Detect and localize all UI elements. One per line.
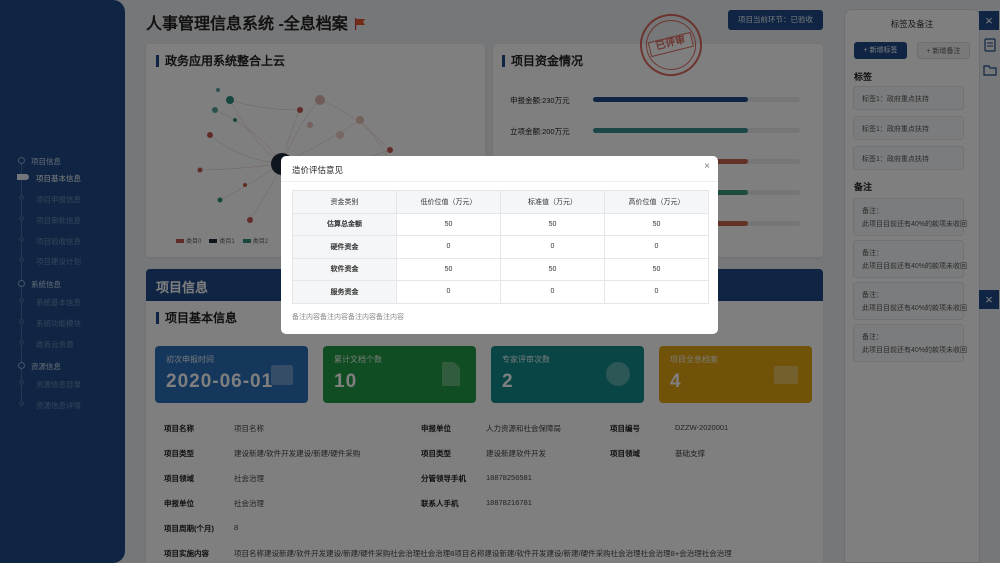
table-cell: 0 [396,235,501,259]
row-label: 软件资金 [292,257,397,281]
table-cell: 50 [604,257,709,281]
dialog-title: 造价评估意见 [292,165,344,175]
row-label: 硬件资金 [292,235,397,259]
table-cell: 0 [396,280,501,304]
table-cell: 50 [500,257,605,281]
table-cell: 50 [396,212,501,236]
table-row: 软件资金 50 50 50 [292,257,709,281]
row-label: 估算总金额 [292,212,397,236]
dialog-note: 备注内容备注内容备注内容备注内容 [292,314,404,321]
column-header: 资金类别 [292,190,397,214]
table-cell: 0 [604,235,709,259]
table-cell: 0 [500,235,605,259]
cost-assessment-dialog: 造价评估意见 × 资金类别 低价位值（万元） 标准值（万元） 高价位值（万元） … [281,156,718,334]
table-cell: 50 [500,212,605,236]
column-header: 高价位值（万元） [604,190,709,214]
table-cell: 50 [396,257,501,281]
table-cell: 0 [500,280,605,304]
divider [281,181,718,182]
column-header: 标准值（万元） [500,190,605,214]
table-cell: 50 [604,212,709,236]
dialog-close-button[interactable]: × [701,161,713,173]
table-cell: 0 [604,280,709,304]
column-header: 低价位值（万元） [396,190,501,214]
table-row: 估算总金额 50 50 50 [292,212,709,236]
cost-table: 资金类别 低价位值（万元） 标准值（万元） 高价位值（万元） 估算总金额 50 … [292,190,709,304]
table-header-row: 资金类别 低价位值（万元） 标准值（万元） 高价位值（万元） [292,190,709,214]
row-label: 服务资金 [292,280,397,304]
table-row: 服务资金 0 0 0 [292,280,709,304]
table-row: 硬件资金 0 0 0 [292,235,709,259]
